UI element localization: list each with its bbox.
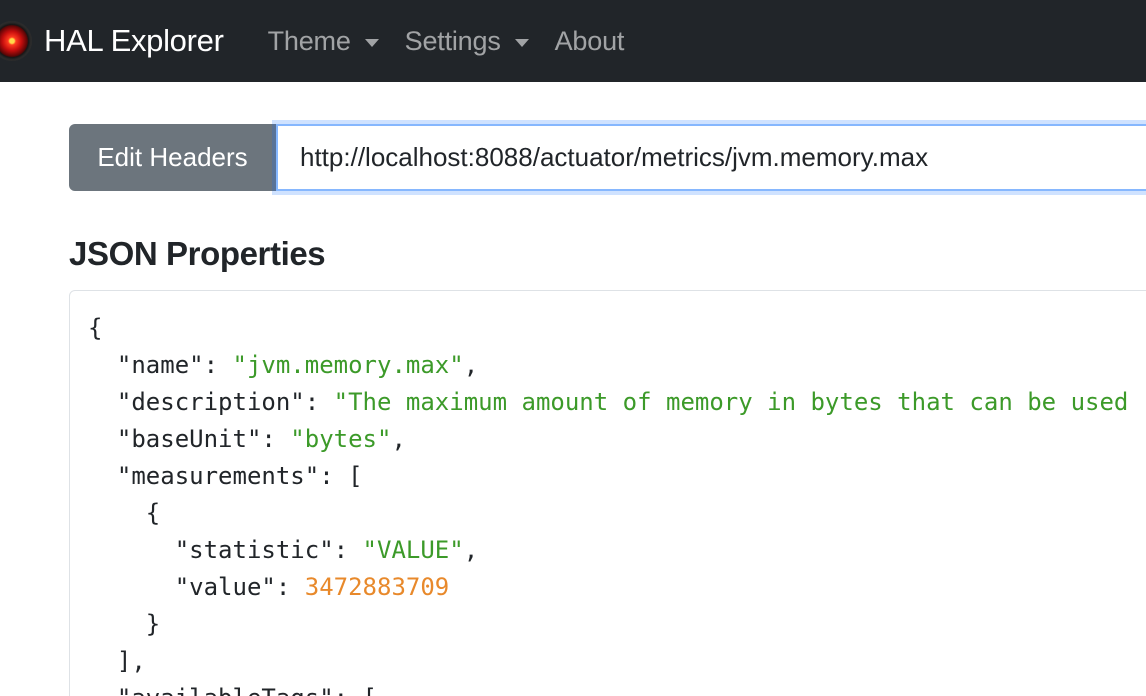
- json-punctuation: [: [348, 462, 363, 490]
- json-punctuation: ,: [391, 425, 406, 453]
- json-key: "baseUnit":: [116, 425, 291, 453]
- json-value: "VALUE": [362, 536, 464, 564]
- json-code-line: ],: [88, 643, 1128, 680]
- chevron-down-icon: [364, 38, 379, 47]
- request-bar: Edit Headers: [69, 124, 1146, 191]
- json-code-line: {: [88, 495, 1128, 532]
- json-code-block: { "name": "jvm.memory.max", "description…: [88, 310, 1128, 696]
- chevron-down-icon: [514, 38, 529, 47]
- json-key: "name":: [116, 351, 233, 379]
- json-code-line: "name": "jvm.memory.max",: [88, 347, 1128, 384]
- json-key: "description":: [116, 388, 334, 416]
- json-value: "bytes": [290, 425, 392, 453]
- json-code-line: "availableTags": [: [88, 680, 1128, 696]
- json-key: "statistic":: [174, 536, 363, 564]
- json-punctuation: ,: [463, 351, 479, 379]
- nav-settings-label: Settings: [404, 25, 501, 56]
- json-code-line: "statistic": "VALUE",: [88, 532, 1128, 569]
- json-punctuation: ,: [131, 647, 146, 675]
- json-code-line: "value": 3472883709: [88, 569, 1128, 606]
- nav-settings-dropdown[interactable]: Settings: [405, 26, 529, 57]
- nav-theme-dropdown[interactable]: Theme: [268, 26, 379, 57]
- json-punctuation: }: [145, 610, 161, 638]
- json-value: "The maximum amount of memory in bytes t…: [333, 388, 1129, 416]
- nav-about-link[interactable]: About: [555, 26, 625, 57]
- json-code-line: "measurements": [: [88, 458, 1128, 495]
- json-key: "measurements":: [116, 462, 349, 490]
- nav-theme-label: Theme: [267, 25, 351, 56]
- json-code-line: {: [88, 310, 1128, 347]
- json-value: 3472883709: [304, 573, 450, 601]
- json-punctuation: {: [88, 314, 103, 342]
- json-punctuation: ]: [116, 647, 132, 675]
- hal-eye-logo-icon: [0, 21, 32, 61]
- json-key: "value":: [174, 573, 305, 601]
- json-punctuation: [: [363, 684, 377, 696]
- navbar: HAL Explorer Theme Settings About: [0, 0, 1146, 82]
- edit-headers-button[interactable]: Edit Headers: [69, 124, 276, 191]
- brand-title: HAL Explorer: [44, 23, 224, 58]
- url-input[interactable]: [276, 124, 1146, 191]
- nav-about-label: About: [554, 25, 625, 56]
- json-properties-heading: JSON Properties: [69, 235, 326, 272]
- json-punctuation: ,: [463, 536, 479, 564]
- json-code-line: "baseUnit": "bytes",: [88, 421, 1128, 458]
- json-value: "jvm.memory.max": [232, 351, 464, 379]
- json-code-line: }: [88, 606, 1128, 643]
- json-key: "availableTags":: [117, 684, 363, 696]
- json-code-line: "description": "The maximum amount of me…: [88, 384, 1128, 421]
- brand[interactable]: HAL Explorer: [0, 21, 224, 61]
- json-punctuation: {: [145, 499, 161, 527]
